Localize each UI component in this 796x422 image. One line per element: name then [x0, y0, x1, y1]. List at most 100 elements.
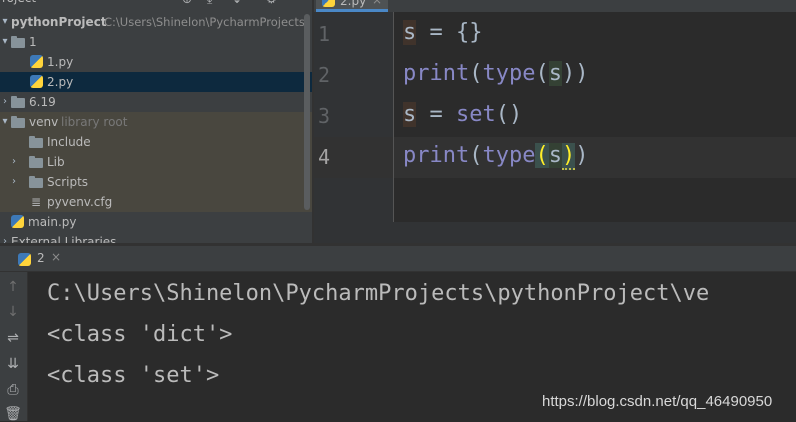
gutter-separator — [393, 12, 394, 222]
collapse-all-icon[interactable]: ⤓ — [207, 0, 212, 7]
tree-item-folder-619[interactable]: › 6.19 — [0, 92, 312, 112]
tree-item-label: 1.py — [47, 55, 74, 69]
brace-match: ( — [535, 143, 549, 168]
arrow-down-icon[interactable]: ↓ — [4, 304, 22, 320]
tree-item-external-libraries[interactable]: › External Libraries — [0, 232, 312, 243]
tree-item-venv[interactable]: ▾ venv library root — [0, 112, 312, 132]
expand-icon[interactable]: ⇣ — [232, 0, 242, 6]
code-token: ( — [469, 61, 483, 86]
folder-icon — [29, 136, 43, 148]
watermark: https://blog.csdn.net/qq_46490950 — [542, 393, 773, 410]
code-token: print — [403, 61, 470, 86]
python-file-icon — [11, 215, 24, 228]
python-file-icon — [18, 253, 31, 266]
tree-item-label: pyvenv.cfg — [47, 195, 113, 209]
close-icon[interactable]: × — [51, 250, 61, 264]
project-toolbar: roject ⊕ ⤓ ⇣ ⚙ — [0, 0, 312, 7]
line-number: 3 — [318, 104, 331, 128]
line-number: 2 — [318, 63, 331, 87]
console-line: C:\Users\Shinelon\PycharmProjects\python… — [47, 281, 710, 306]
code-token: ( — [535, 61, 549, 86]
chevron-down-icon[interactable]: ▾ — [0, 112, 10, 132]
arrow-up-icon[interactable]: ↑ — [4, 279, 22, 295]
console-line: <class 'dict'> — [47, 322, 233, 347]
folder-icon — [29, 176, 43, 188]
folder-icon — [11, 96, 25, 108]
tree-item-lib[interactable]: › Lib — [0, 152, 312, 172]
locate-icon[interactable]: ⊕ — [182, 0, 192, 6]
tree-item-label: 6.19 — [29, 95, 56, 109]
tree-item-scripts[interactable]: › Scripts — [0, 172, 312, 192]
python-file-icon — [30, 75, 43, 88]
code-token: s — [403, 20, 417, 45]
code-token: () — [495, 102, 523, 127]
folder-icon — [11, 116, 25, 128]
chevron-right-icon[interactable]: › — [9, 172, 19, 192]
python-file-icon — [30, 55, 43, 68]
tree-item-label: Scripts — [47, 175, 89, 189]
chevron-right-icon[interactable]: › — [9, 152, 19, 172]
run-panel-header — [0, 246, 796, 272]
close-icon[interactable]: × — [372, 0, 382, 7]
tree-item-pyvenv[interactable]: ≣ pyvenv.cfg — [0, 192, 312, 212]
chevron-down-icon[interactable]: ▾ — [0, 32, 10, 52]
run-toolbar: ↑ ↓ ⇌ ⇊ ⎙ 🗑 — [0, 272, 28, 422]
code-token: print — [403, 143, 470, 168]
chevron-right-icon[interactable]: › — [0, 92, 10, 112]
tree-item-label: pythonProject — [11, 15, 107, 29]
tree-item-include[interactable]: Include — [0, 132, 312, 152]
code-token: type — [482, 61, 536, 86]
folder-icon — [11, 36, 25, 48]
tree-item-2py[interactable]: 2.py — [0, 72, 312, 92]
chevron-down-icon[interactable]: ▾ — [0, 12, 10, 32]
tab-label: 2 — [37, 251, 45, 265]
project-view-selector[interactable]: roject — [2, 0, 36, 5]
tree-scrollbar[interactable] — [304, 14, 310, 210]
tree-item-label: 1 — [29, 35, 37, 49]
tree-item-label: main.py — [28, 215, 77, 229]
code-line-3[interactable]: s = set() — [403, 102, 522, 127]
code-token: = {} — [416, 20, 483, 45]
tree-item-label: Lib — [47, 155, 65, 169]
code-token: s — [403, 102, 417, 127]
line-number: 1 — [318, 22, 331, 46]
code-token: type — [482, 143, 536, 168]
tree-item-label: External Libraries — [11, 235, 117, 243]
gear-icon[interactable]: ⚙ — [266, 0, 277, 6]
run-tab-2[interactable]: 2 × — [12, 248, 68, 270]
code-token: s — [548, 61, 562, 86]
code-token: ) — [575, 143, 589, 168]
code-token: )) — [561, 61, 589, 86]
code-token: s — [548, 143, 562, 168]
scroll-to-end-icon[interactable]: ⇊ — [4, 356, 22, 372]
tab-label: 2.py — [340, 0, 367, 8]
tree-item-mainpy[interactable]: main.py — [0, 212, 312, 232]
code-line-4[interactable]: print(type(s)) — [403, 143, 589, 170]
trash-icon[interactable]: 🗑 — [4, 406, 22, 422]
python-file-icon — [322, 0, 335, 7]
project-panel: roject ⊕ ⤓ ⇣ ⚙ ▾ pythonProject C:\Users\… — [0, 0, 312, 243]
brace-match: ) — [561, 143, 576, 170]
chevron-right-icon[interactable]: › — [0, 232, 10, 243]
editor-tab-2py[interactable]: 2.py × — [316, 0, 388, 12]
editor-bottom-strip — [314, 222, 796, 243]
tree-item-1py[interactable]: 1.py — [0, 52, 312, 72]
tree-item-pythonproject[interactable]: ▾ pythonProject C:\Users\Shinelon\Pychar… — [0, 12, 312, 32]
console-line: <class 'set'> — [47, 363, 220, 388]
config-file-icon: ≣ — [31, 195, 42, 209]
soft-wrap-icon[interactable]: ⇌ — [4, 330, 22, 346]
tree-item-label: 2.py — [47, 75, 74, 89]
tree-item-folder-1[interactable]: ▾ 1 — [0, 32, 312, 52]
folder-icon — [29, 156, 43, 168]
tree-item-label: Include — [47, 135, 91, 149]
tree-item-label: venv — [29, 115, 59, 129]
line-number: 4 — [318, 145, 331, 169]
library-root-note: library root — [61, 115, 128, 129]
project-path: C:\Users\Shinelon\PycharmProjects\ — [104, 15, 309, 29]
code-token: set — [456, 102, 496, 127]
print-icon[interactable]: ⎙ — [4, 382, 22, 398]
code-line-1[interactable]: s = {} — [403, 20, 482, 45]
code-token: ( — [469, 143, 483, 168]
code-line-2[interactable]: print(type(s)) — [403, 61, 588, 86]
code-token: = — [416, 102, 456, 127]
